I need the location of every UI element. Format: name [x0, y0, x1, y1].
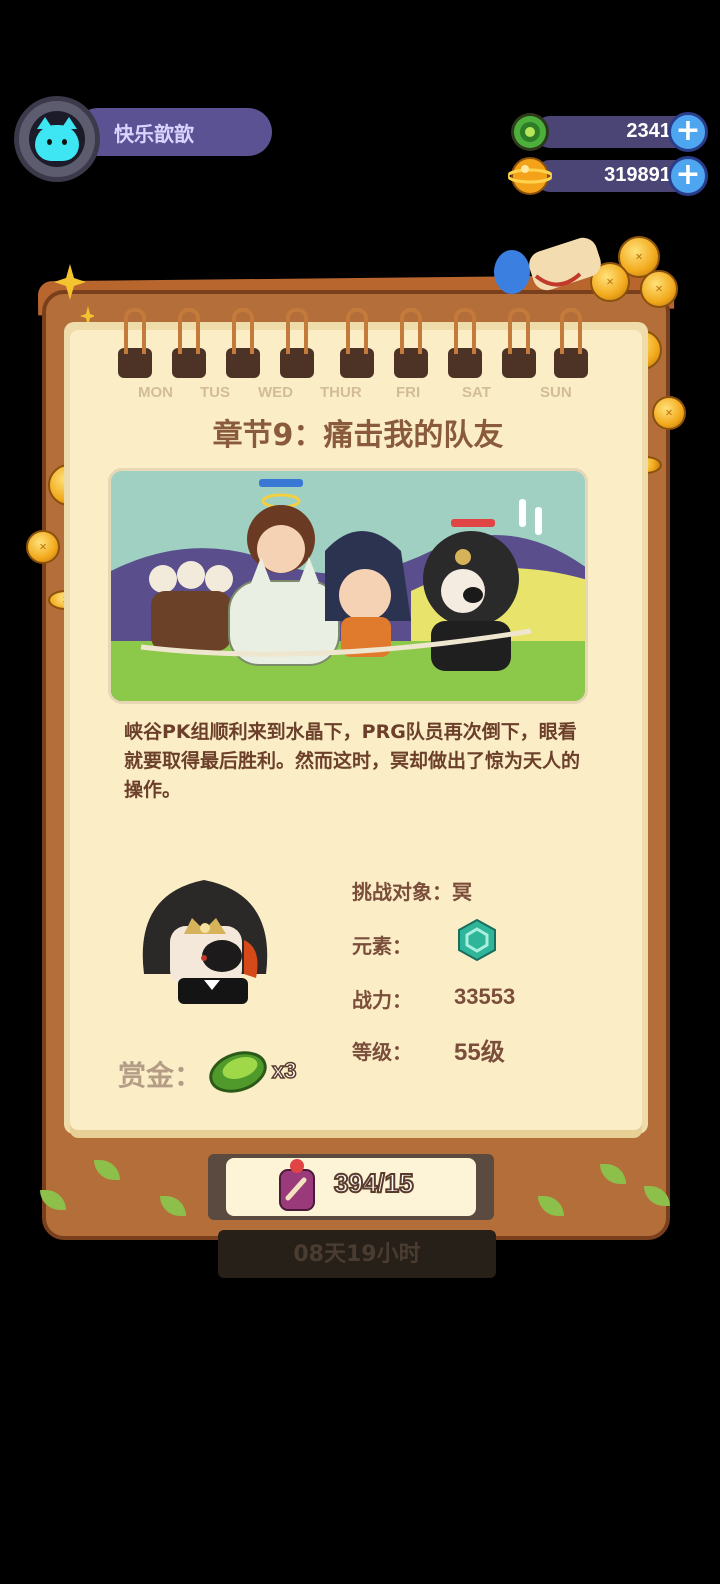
binder-ring	[394, 308, 428, 378]
sparkle-icon	[54, 264, 94, 326]
power-label: 战力：	[352, 988, 412, 1012]
weekday-label: FRI	[396, 384, 421, 401]
binder-ring	[448, 308, 482, 378]
binder-ring	[340, 308, 374, 378]
weekday-row: MON TUS WED THUR FRI SAT SUN	[130, 384, 590, 406]
binder-ring	[280, 308, 314, 378]
ticket-count: 394/15	[333, 1167, 415, 1199]
chapter-illustration	[108, 468, 588, 704]
binder-ring	[502, 308, 536, 378]
player-profile[interactable]: 快乐歆歆	[14, 96, 272, 186]
scroll-icon	[494, 237, 601, 294]
weekday-label: MON	[138, 384, 173, 401]
player-name: 快乐歆歆	[114, 122, 194, 146]
element-label: 元素：	[352, 934, 412, 958]
avatar[interactable]	[14, 96, 100, 182]
weekday-label: TUS	[200, 384, 230, 401]
level-value: 55级	[454, 1039, 505, 1066]
challenge-target: 挑战对象：冥	[352, 880, 472, 904]
level-label: 等级：	[352, 1040, 412, 1064]
binder-ring	[172, 308, 206, 378]
coin-icon	[652, 396, 686, 430]
add-gold-button[interactable]: +	[668, 156, 708, 196]
binder-ring	[554, 308, 588, 378]
green-bottlecap-icon	[209, 1051, 267, 1093]
weekday-label: SUN	[540, 384, 572, 401]
binder-ring	[226, 308, 260, 378]
gold-orb-icon	[508, 157, 552, 195]
bounty-count: x3	[271, 1057, 297, 1084]
chapter-description: 峡谷PK组顺利来到水晶下，PRG队员再次倒下，眼看就要取得最后胜利。然而这时，冥…	[124, 721, 581, 801]
cat-avatar-icon	[29, 111, 85, 167]
weekday-label: SAT	[462, 384, 491, 401]
element-hexagon-icon	[458, 918, 496, 962]
power-value: 33553	[454, 984, 516, 1009]
coin-icon	[26, 530, 60, 564]
bounty-label: 赏金：	[118, 1059, 203, 1092]
currency-gem: 23412 +	[508, 112, 708, 152]
currency-gold: 3198918 +	[508, 156, 708, 196]
chapter-title: 章节9：痛击我的队友	[212, 418, 504, 453]
countdown-timer: 08天19小时	[293, 1242, 421, 1267]
green-gem-icon	[511, 113, 549, 151]
sealed-bottle-icon	[279, 1159, 315, 1211]
weekday-label: WED	[258, 384, 293, 401]
profile-name-bar: 快乐歆歆	[74, 108, 272, 156]
boss-portrait[interactable]	[134, 874, 276, 1006]
binder-ring	[118, 308, 152, 378]
weekday-label: THUR	[320, 384, 362, 401]
add-gem-button[interactable]: +	[668, 112, 708, 152]
coin-icon	[640, 270, 678, 308]
